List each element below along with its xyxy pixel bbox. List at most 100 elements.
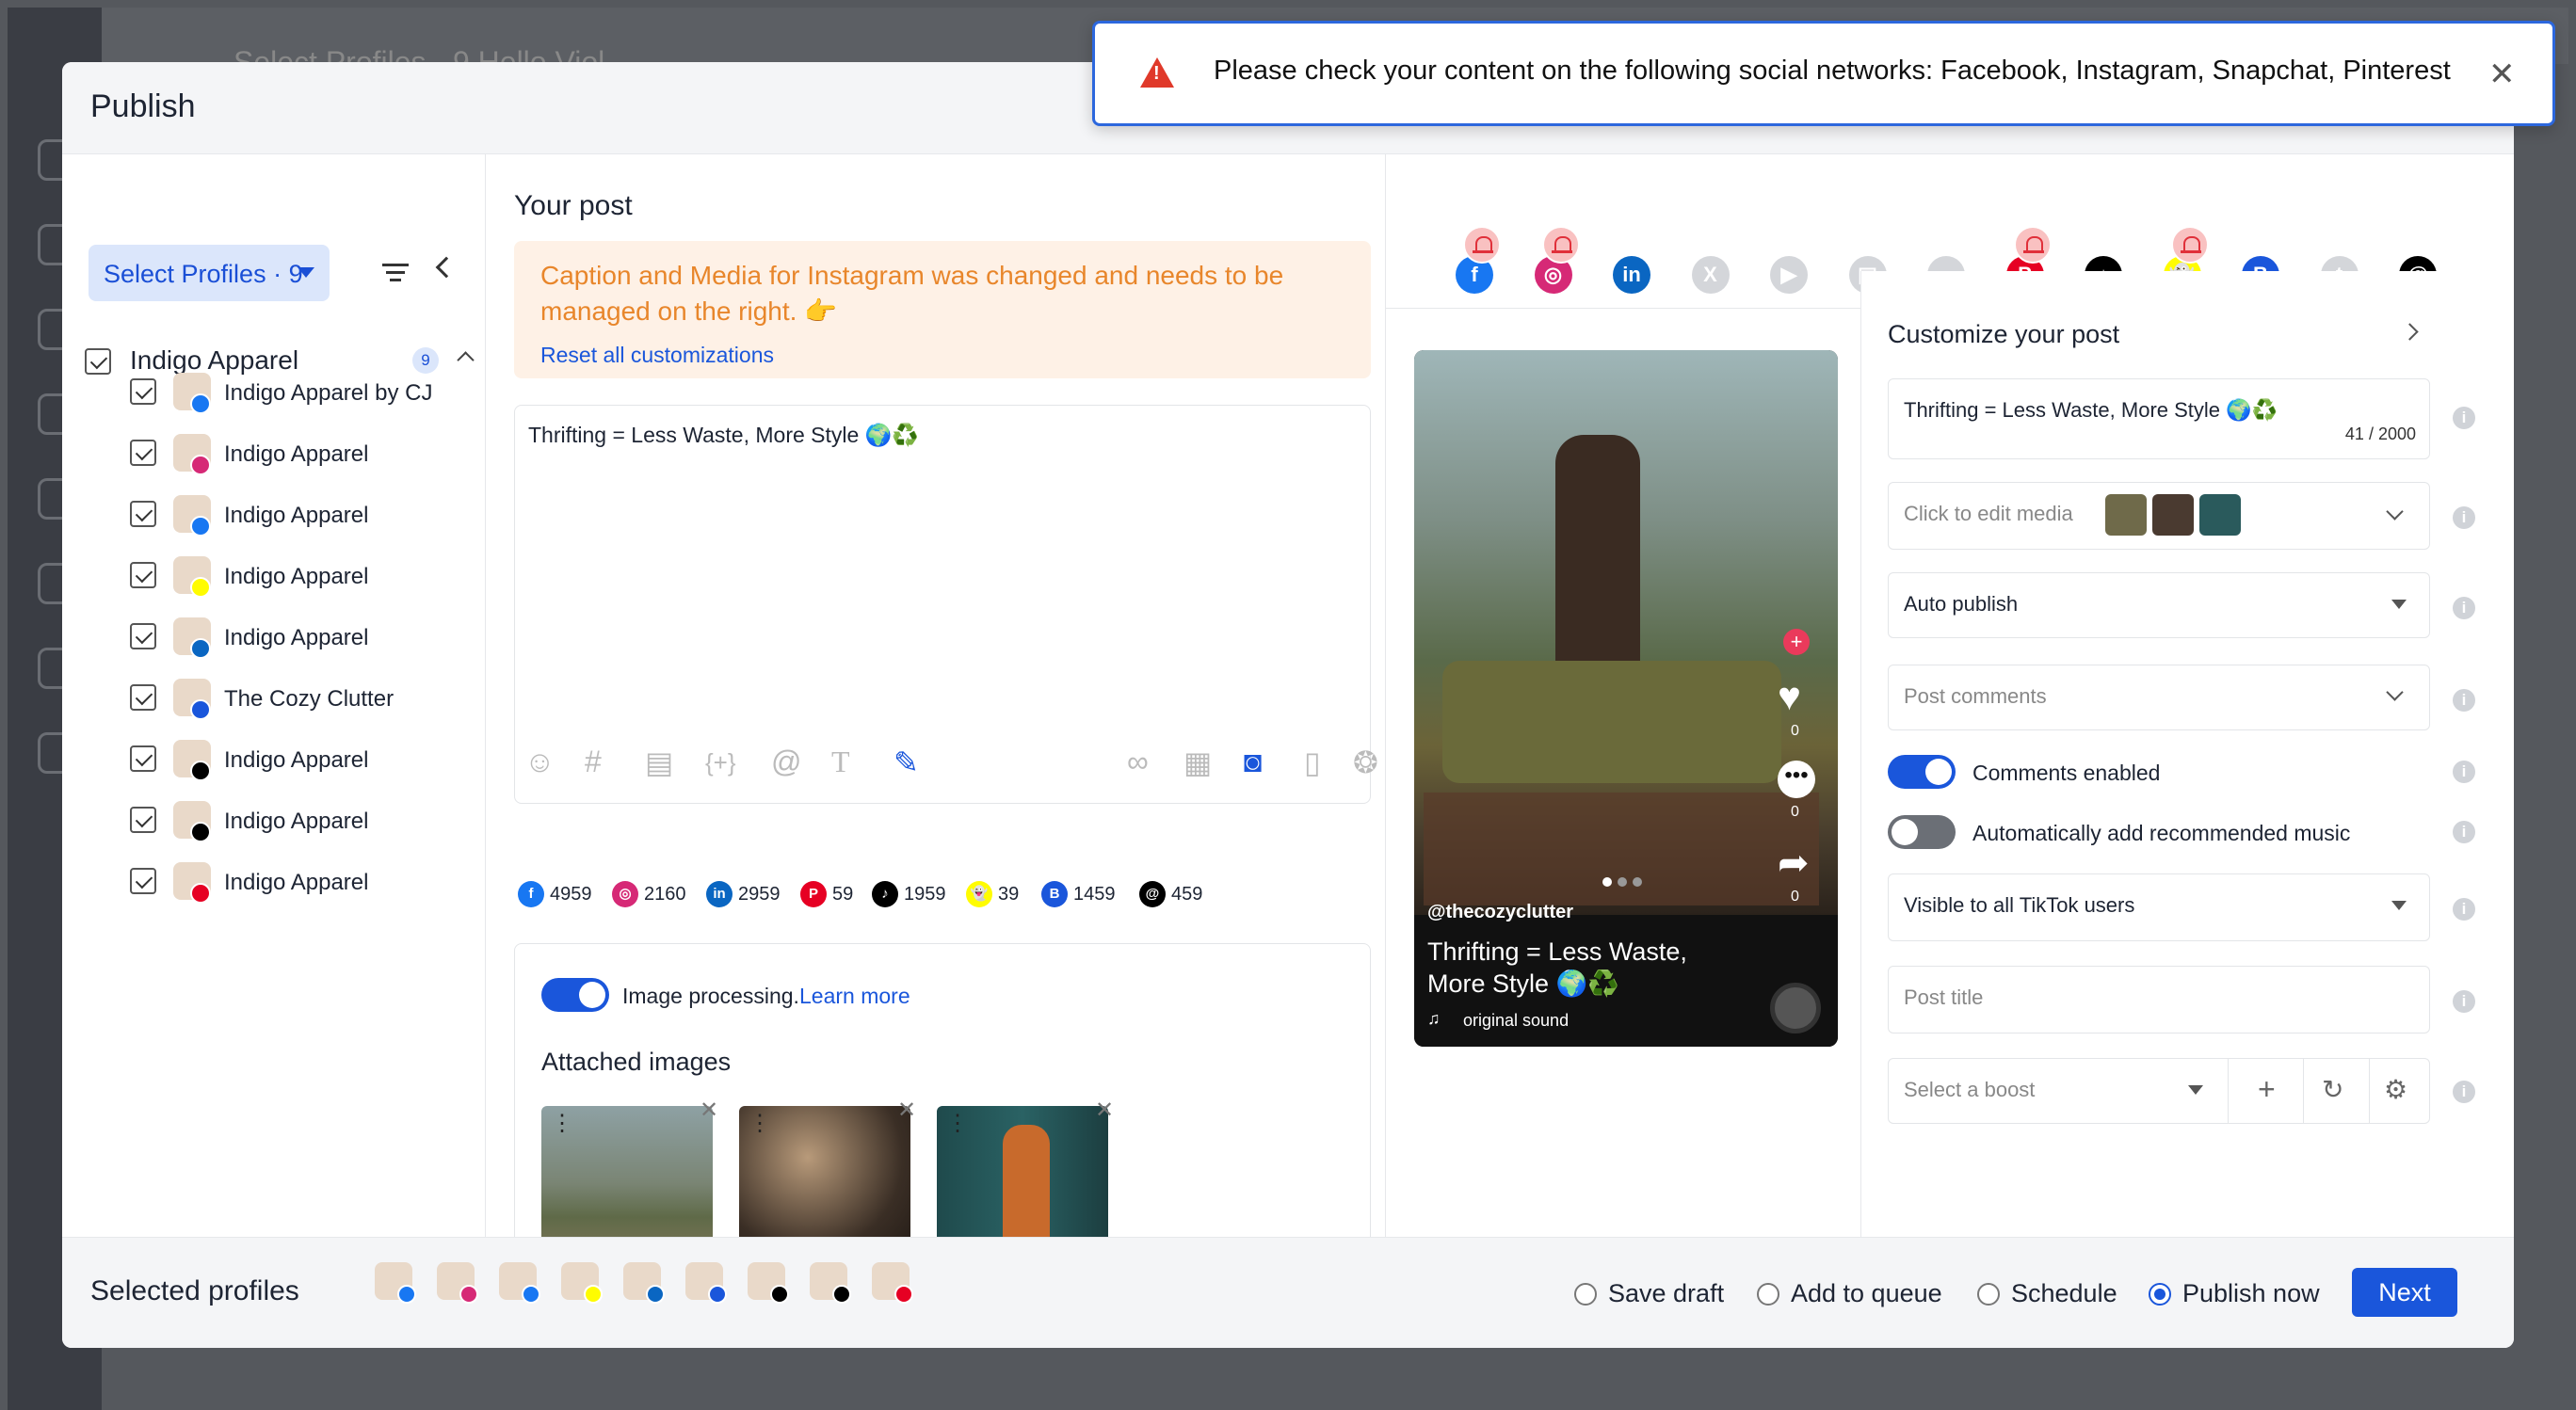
post-text-editor[interactable]: Thrifting = Less Waste, More Style 🌍♻️ ☺… — [514, 405, 1378, 804]
select-profiles-dropdown[interactable]: Select Profiles · 9 — [89, 245, 330, 301]
image-1-remove-icon[interactable]: ✕ — [700, 1097, 718, 1124]
threads-badge-icon — [190, 761, 211, 781]
info-icon[interactable]: i — [2453, 761, 2475, 783]
learn-more-link[interactable]: Learn more — [799, 984, 910, 1009]
profile-label: Indigo Apparel — [224, 870, 369, 895]
tiktok-icon: ♪ — [872, 881, 898, 907]
chevron-up-icon[interactable] — [457, 351, 475, 369]
facebook-badge-icon — [522, 1285, 540, 1304]
hashtag-icon[interactable]: # — [585, 745, 602, 779]
validation-toast: Please check your content on the followi… — [1092, 21, 2555, 126]
linkedin-tab-icon[interactable]: in — [1613, 256, 1650, 294]
post-title-input[interactable]: Post title — [1888, 966, 2430, 1033]
profile-checkbox[interactable] — [130, 684, 156, 711]
settings-gear-icon[interactable]: ⚙ — [2384, 1074, 2407, 1105]
text-format-icon[interactable]: T — [831, 745, 850, 779]
info-icon[interactable]: i — [2453, 689, 2475, 712]
info-icon[interactable]: i — [2453, 898, 2475, 921]
refresh-icon[interactable]: ↻ — [2322, 1074, 2343, 1105]
caption-field[interactable]: Thrifting = Less Waste, More Style 🌍♻️ 4… — [1888, 378, 2430, 459]
edit-media-field[interactable]: Click to edit media — [1888, 482, 2430, 550]
filter-icon[interactable] — [382, 264, 409, 284]
reset-customizations-link[interactable]: Reset all customizations — [540, 343, 774, 368]
save-draft-radio[interactable] — [1574, 1283, 1597, 1306]
info-icon[interactable]: i — [2453, 821, 2475, 843]
caption-value[interactable]: Thrifting = Less Waste, More Style 🌍♻️ — [1904, 398, 2278, 423]
profile-row[interactable]: The Cozy Clutter — [130, 679, 478, 722]
select-profiles-label: Select Profiles · 9 — [104, 260, 303, 288]
save-draft-label[interactable]: Save draft — [1608, 1279, 1724, 1308]
post-comments-field[interactable]: Post comments — [1888, 665, 2430, 730]
info-icon[interactable]: i — [2453, 1081, 2475, 1103]
profile-row[interactable]: Indigo Apparel — [130, 617, 478, 661]
info-icon[interactable]: i — [2453, 407, 2475, 429]
add-boost-icon[interactable]: + — [2258, 1072, 2276, 1107]
caret-down-icon — [2188, 1085, 2203, 1095]
image-2-menu-icon[interactable]: ⋮ — [749, 1110, 771, 1137]
link-icon[interactable]: ∞ — [1127, 745, 1149, 779]
close-icon[interactable]: ✕ — [2488, 56, 2516, 93]
variable-icon[interactable]: {+} — [705, 748, 736, 777]
image-3-remove-icon[interactable]: ✕ — [1095, 1097, 1114, 1124]
list-icon[interactable]: ▤ — [645, 745, 673, 780]
recommended-music-toggle[interactable] — [1888, 815, 1956, 849]
schedule-label[interactable]: Schedule — [2011, 1279, 2117, 1308]
profile-row[interactable]: Indigo Apparel — [130, 556, 478, 600]
profile-checkbox[interactable] — [130, 501, 156, 527]
info-icon[interactable]: i — [2453, 597, 2475, 619]
divider — [2303, 1059, 2304, 1123]
profile-row[interactable]: Indigo Apparel — [130, 740, 478, 783]
profile-checkbox[interactable] — [130, 440, 156, 466]
group-checkbox[interactable] — [85, 348, 111, 375]
add-to-queue-radio[interactable] — [1757, 1283, 1779, 1306]
image-3-menu-icon[interactable]: ⋮ — [946, 1110, 969, 1137]
snapchat-badge-icon — [584, 1285, 603, 1304]
integrations-icon[interactable]: ❂ — [1353, 745, 1378, 780]
info-icon[interactable]: i — [2453, 506, 2475, 529]
mention-icon[interactable]: @ — [771, 745, 801, 779]
profile-checkbox[interactable] — [130, 562, 156, 588]
profile-row[interactable]: Indigo Apparel — [130, 495, 478, 538]
profile-checkbox[interactable] — [130, 745, 156, 772]
count-value: 2160 — [644, 884, 686, 905]
sofa-shape — [1442, 661, 1781, 783]
profile-label: Indigo Apparel — [224, 503, 369, 528]
publish-now-label[interactable]: Publish now — [2182, 1279, 2320, 1308]
boost-select[interactable]: Select a boost + ↻ ⚙ — [1888, 1058, 2430, 1124]
carousel-dot-active — [1602, 877, 1612, 887]
facebook-icon: f — [518, 881, 544, 907]
image-2-remove-icon[interactable]: ✕ — [897, 1097, 916, 1124]
auto-publish-select[interactable]: Auto publish — [1888, 572, 2430, 638]
collapse-panel-icon[interactable] — [435, 256, 458, 279]
profile-checkbox[interactable] — [130, 868, 156, 894]
media-library-icon[interactable]: ▦ — [1183, 745, 1212, 780]
profile-checkbox[interactable] — [130, 378, 156, 405]
share-icon: ➦ — [1778, 842, 1810, 884]
profile-row[interactable]: Indigo Apparel by CJ — [130, 373, 478, 416]
youtube-tab-icon[interactable]: ▶ — [1770, 256, 1808, 294]
info-icon[interactable]: i — [2453, 990, 2475, 1013]
chevron-right-icon[interactable] — [2401, 323, 2419, 341]
x-tab-icon[interactable]: X — [1691, 256, 1730, 294]
document-icon[interactable]: ▯ — [1304, 745, 1321, 780]
comments-enabled-toggle[interactable] — [1888, 755, 1956, 789]
schedule-radio[interactable] — [1977, 1283, 2000, 1306]
visibility-select[interactable]: Visible to all TikTok users — [1888, 873, 2430, 941]
publish-now-radio[interactable] — [2149, 1283, 2171, 1306]
carousel-dot — [1633, 877, 1642, 887]
profile-row[interactable]: Indigo Apparel — [130, 434, 478, 477]
emoji-icon[interactable]: ☺ — [524, 745, 555, 779]
customize-title: Customize your post — [1888, 320, 2120, 348]
profile-row[interactable]: Indigo Apparel — [130, 801, 478, 844]
profile-checkbox[interactable] — [130, 807, 156, 833]
post-text[interactable]: Thrifting = Less Waste, More Style 🌍♻️ — [528, 423, 919, 448]
image-1-menu-icon[interactable]: ⋮ — [551, 1110, 573, 1137]
image-processing-toggle[interactable] — [541, 978, 609, 1012]
next-button[interactable]: Next — [2352, 1268, 2457, 1317]
profile-label: Indigo Apparel — [224, 625, 369, 650]
ai-wand-icon[interactable]: ✎ — [894, 745, 919, 780]
camera-icon[interactable]: ◙ — [1244, 745, 1262, 779]
add-to-queue-label[interactable]: Add to queue — [1791, 1279, 1942, 1308]
profile-checkbox[interactable] — [130, 623, 156, 649]
profile-row[interactable]: Indigo Apparel — [130, 862, 478, 905]
